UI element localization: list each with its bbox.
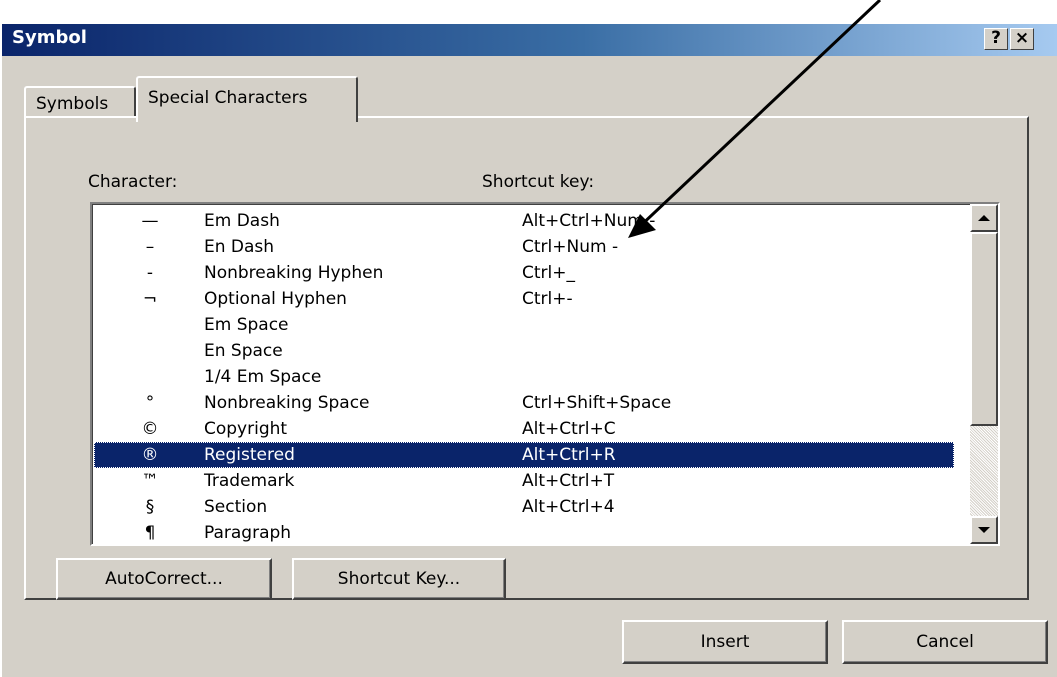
list-item-name: Em Dash <box>204 211 280 231</box>
list-item-shortcut: Alt+Ctrl+Num - <box>522 211 656 231</box>
symbol-dialog: Symbol ? × Symbols Special Characters Ch… <box>0 22 1057 677</box>
list-item[interactable]: § Section Alt+Ctrl+4 <box>94 494 954 520</box>
list-item[interactable]: Em Space <box>94 312 954 338</box>
list-item-symbol: – <box>145 237 155 257</box>
list-item[interactable]: ™ Trademark Alt+Ctrl+T <box>94 468 954 494</box>
tab-special-characters-label: Special Characters <box>148 88 308 108</box>
scroll-down-button[interactable] <box>970 516 998 544</box>
list-item-shortcut: Ctrl+_ <box>522 263 575 283</box>
character-column-header: Character: <box>88 172 178 192</box>
list-item[interactable]: – En Dash Ctrl+Num - <box>94 234 954 260</box>
title-bar[interactable]: Symbol ? × <box>2 24 1057 56</box>
tab-special-characters[interactable]: Special Characters <box>136 76 358 122</box>
cancel-button[interactable]: Cancel <box>842 620 1048 664</box>
list-item-symbol: ¬ <box>142 289 158 309</box>
list-item-shortcut: Ctrl+- <box>522 289 573 309</box>
list-item-name: 1/4 Em Space <box>204 367 322 387</box>
list-item-symbol: © <box>141 419 159 439</box>
scrollbar-thumb[interactable] <box>970 232 998 426</box>
list-item-shortcut: Ctrl+Shift+Space <box>522 393 672 413</box>
list-item-symbol: § <box>145 497 155 517</box>
close-button[interactable]: × <box>1010 28 1034 50</box>
list-item[interactable]: 1/4 Em Space <box>94 364 954 390</box>
shortcut-column-header: Shortcut key: <box>482 172 595 192</box>
close-icon: × <box>1014 28 1030 48</box>
list-item[interactable]: — Em Dash Alt+Ctrl+Num - <box>94 208 954 234</box>
list-item[interactable]: En Space <box>94 338 954 364</box>
list-item-name: Nonbreaking Space <box>204 393 370 413</box>
insert-button[interactable]: Insert <box>622 620 828 664</box>
help-button[interactable]: ? <box>984 28 1008 50</box>
list-item-name: Registered <box>204 445 295 465</box>
list-item[interactable]: - Nonbreaking Hyphen Ctrl+_ <box>94 260 954 286</box>
special-characters-panel: Character: Shortcut key: — Em Dash Alt+Ctr… <box>24 116 1029 600</box>
list-item-symbol: ™ <box>141 471 159 491</box>
list-item[interactable]: © Copyright Alt+Ctrl+C <box>94 416 954 442</box>
list-item[interactable]: ° Nonbreaking Space Ctrl+Shift+Space <box>94 390 954 416</box>
list-item-name: Nonbreaking Hyphen <box>204 263 384 283</box>
tab-symbols[interactable]: Symbols <box>24 86 136 120</box>
list-item[interactable]: ¬ Optional Hyphen Ctrl+- <box>94 286 954 312</box>
list-item-name: Optional Hyphen <box>204 289 347 309</box>
scroll-up-button[interactable] <box>970 204 998 232</box>
autocorrect-button[interactable]: AutoCorrect... <box>56 558 272 600</box>
list-item-name: Copyright <box>204 419 288 439</box>
shortcut-key-button[interactable]: Shortcut Key... <box>292 558 506 600</box>
arrow-down-icon <box>978 527 990 533</box>
list-item-shortcut: Alt+Ctrl+T <box>522 471 615 491</box>
list-item-name: En Space <box>204 341 283 361</box>
special-characters-list[interactable]: — Em Dash Alt+Ctrl+Num - – En Dash Ctrl+Num -… <box>90 202 1000 546</box>
list-item-name: En Dash <box>204 237 275 257</box>
list-item-symbol: — <box>141 211 159 231</box>
list-item-symbol: ® <box>141 445 159 465</box>
list-item-name: Paragraph <box>204 523 292 543</box>
list-item-symbol: - <box>146 263 154 283</box>
list-item-shortcut: Alt+Ctrl+4 <box>522 497 615 517</box>
list-item-shortcut: Ctrl+Num - <box>522 237 619 257</box>
arrow-up-icon <box>978 215 990 221</box>
list-item-shortcut: Alt+Ctrl+R <box>522 445 616 465</box>
list-item-symbol: ¶ <box>144 523 156 543</box>
list-item-shortcut: Alt+Ctrl+C <box>522 419 616 439</box>
tab-symbols-label: Symbols <box>36 94 109 114</box>
list-item-name: Section <box>204 497 268 517</box>
list-item-name: Em Space <box>204 315 289 335</box>
list-item[interactable]: ¶ Paragraph <box>94 520 954 544</box>
list-item-symbol: ° <box>145 393 155 413</box>
dialog-title: Symbol <box>12 27 87 48</box>
list-item[interactable]: ® Registered Alt+Ctrl+R <box>94 442 954 468</box>
vertical-scrollbar[interactable] <box>970 204 998 544</box>
list-item-name: Trademark <box>204 471 295 491</box>
